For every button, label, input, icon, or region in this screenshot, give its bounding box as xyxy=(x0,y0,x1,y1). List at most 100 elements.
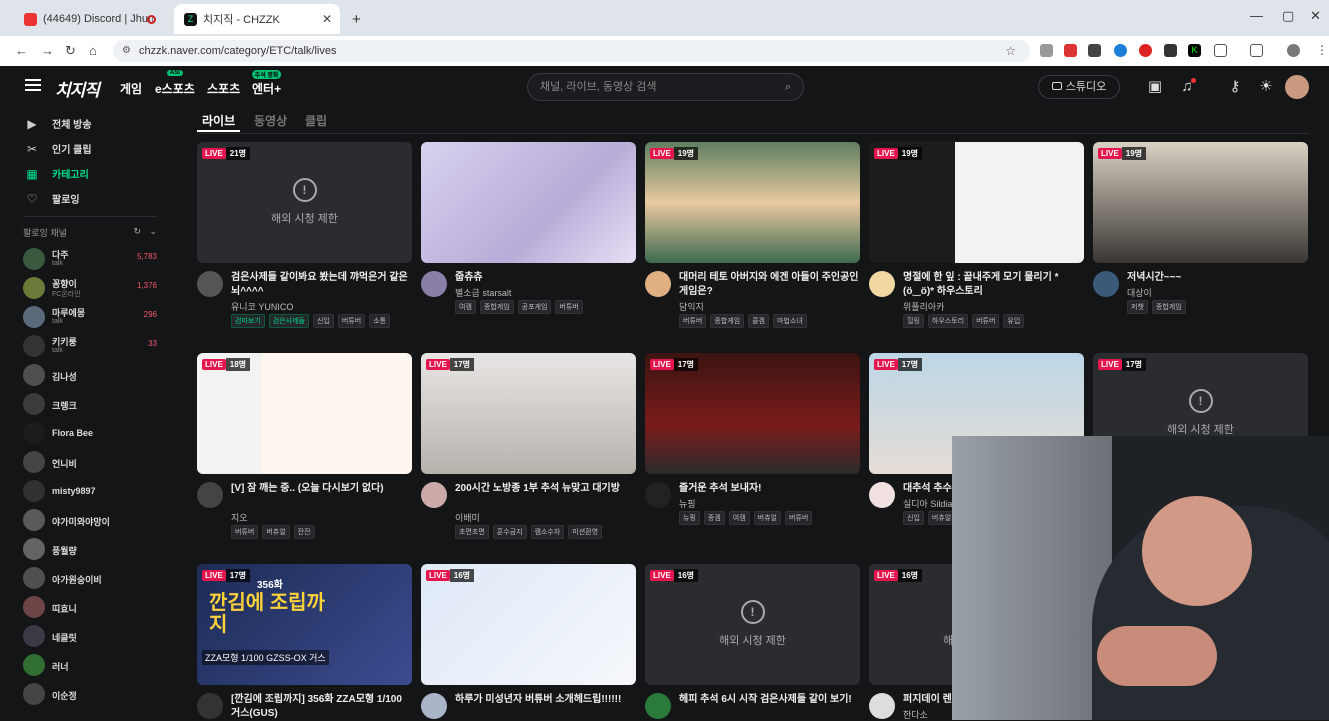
menu-all-live[interactable]: ▶ 전체 방송 xyxy=(25,116,91,132)
category-tag[interactable]: 버튜버 xyxy=(972,314,1000,328)
category-tag[interactable]: 하우스토리 xyxy=(927,314,969,328)
channel-avatar[interactable] xyxy=(645,271,671,297)
channel-name[interactable]: 담익지 xyxy=(679,300,704,313)
following-channel-item[interactable]: 아가원숭이비 xyxy=(23,565,163,591)
menu-following[interactable]: ♡ 팔로잉 xyxy=(25,191,80,207)
channel-avatar[interactable] xyxy=(197,693,223,719)
category-tag[interactable]: 유입 xyxy=(1003,314,1025,328)
channel-avatar[interactable] xyxy=(421,271,447,297)
nav-esports[interactable]: ASI e스포츠 xyxy=(155,70,195,97)
extension-icon[interactable] xyxy=(1139,44,1152,57)
category-tag[interactable]: 소통 xyxy=(369,314,391,328)
minimize-icon[interactable]: — xyxy=(1250,8,1263,23)
extension-icon[interactable] xyxy=(1088,44,1101,57)
nav-entertain[interactable]: 추석 명화 엔터+ xyxy=(251,70,282,97)
channel-name[interactable]: 대상이 xyxy=(1127,286,1152,299)
category-tag[interactable]: 종합게임 xyxy=(479,300,514,314)
search-icon[interactable]: ⌕ xyxy=(785,74,791,100)
chzzk-logo[interactable]: 치지직 xyxy=(55,76,100,101)
category-tag[interactable]: 마법소녀 xyxy=(772,314,807,328)
reload-icon[interactable]: ↻ xyxy=(65,43,76,59)
channel-name[interactable]: 지오 xyxy=(231,511,248,524)
stream-title[interactable]: 헤피 추석 6시 시작 검은사제들 같이 보기! xyxy=(679,693,859,707)
menu-category[interactable]: ▦ 카테고리 xyxy=(25,166,88,182)
category-tag[interactable]: 버츄얼 xyxy=(753,511,781,525)
following-channel-item[interactable]: 크렝크 xyxy=(23,391,163,417)
close-window-icon[interactable]: ✕ xyxy=(1310,8,1321,24)
stream-title[interactable]: [깐김에 조립까지] 356화 ZZA모형 1/100 거스(GUS) xyxy=(231,693,411,721)
extensions-puzzle-icon[interactable] xyxy=(1214,44,1227,57)
category-tag[interactable]: 콜겜 xyxy=(748,314,769,328)
channel-avatar[interactable] xyxy=(869,482,895,508)
category-tag[interactable]: 종합게임 xyxy=(1151,300,1186,314)
media-control-icon[interactable] xyxy=(1250,44,1263,57)
channel-avatar[interactable] xyxy=(869,693,895,719)
menu-popular-clips[interactable]: ✂ 인기 클립 xyxy=(25,141,92,157)
following-channel-item[interactable]: 김나성 xyxy=(23,362,163,388)
close-tab-icon[interactable]: ✕ xyxy=(322,12,332,26)
forward-icon[interactable]: → xyxy=(41,43,54,58)
stream-title[interactable]: 검은사제들 같이봐요 봤는데 꺄먹은거 같은 뇌^^^^ xyxy=(231,271,411,299)
channel-name[interactable]: 위플리아카 xyxy=(903,300,944,313)
channel-avatar[interactable] xyxy=(421,693,447,719)
category-tag[interactable]: 힐링 xyxy=(903,314,924,328)
category-tag[interactable]: 검은사제들 xyxy=(268,314,309,328)
user-avatar[interactable] xyxy=(1285,75,1309,99)
category-tag[interactable]: 버튜버 xyxy=(679,314,707,328)
following-channel-item[interactable]: 키키룽 talk 33 xyxy=(23,333,163,359)
channel-avatar[interactable] xyxy=(421,482,447,508)
channel-name[interactable]: 별소금 starsalt xyxy=(455,286,511,299)
tab-live[interactable]: 라이브 xyxy=(202,112,235,129)
live-thumbnail[interactable]: LIVE 18명 xyxy=(197,353,412,474)
profile-avatar-icon[interactable] xyxy=(1287,44,1300,57)
channel-avatar[interactable] xyxy=(197,482,223,508)
following-channel-item[interactable]: 이순정 xyxy=(23,681,163,707)
stream-title[interactable]: 저녁시간~~~ xyxy=(1127,271,1307,285)
category-tag[interactable]: 훈수금지 xyxy=(492,525,527,539)
live-thumbnail[interactable] xyxy=(421,142,636,263)
browser-tab-discord[interactable]: (44649) Discord | Jhunter, R xyxy=(14,4,164,34)
channel-name[interactable]: 실디아 Sildia xyxy=(903,497,952,510)
home-icon[interactable]: ⌂ xyxy=(89,43,97,58)
category-tag[interactable]: 캠소수자 xyxy=(530,525,565,539)
following-channel-item[interactable]: 야가미와야망이 xyxy=(23,507,163,533)
live-thumbnail[interactable]: ! 해외 시청 제한 LIVE 21명 xyxy=(197,142,412,263)
chevron-down-icon[interactable]: ⌄ xyxy=(149,226,157,237)
maximize-icon[interactable]: ▢ xyxy=(1282,8,1294,24)
live-thumbnail[interactable]: LIVE 19명 xyxy=(1093,142,1308,263)
channel-avatar[interactable] xyxy=(645,693,671,719)
category-tag[interactable]: 검마보기 xyxy=(231,314,265,328)
stream-title[interactable]: [V] 잠 깨는 중.. (오늘 다시보기 없다) xyxy=(231,482,411,496)
new-tab-button[interactable]: + xyxy=(342,4,364,34)
key-icon[interactable]: ⚷ xyxy=(1225,77,1245,97)
category-tag[interactable]: 초면초면 xyxy=(455,525,489,539)
tab-clips[interactable]: 클립 xyxy=(305,112,327,129)
theme-sun-icon[interactable]: ☀ xyxy=(1256,77,1276,97)
category-tag[interactable]: 뉴핑 xyxy=(679,511,700,525)
bookmark-star-icon[interactable]: ☆ xyxy=(1005,40,1016,62)
bell-icon[interactable]: ♫ xyxy=(1177,77,1197,97)
stream-title[interactable]: 대머리 테토 아버지와 에겐 아들이 주인공인 게임은? xyxy=(679,271,859,299)
nav-game[interactable]: 게임 xyxy=(120,80,142,97)
category-tag[interactable]: 종합게임 xyxy=(710,314,745,328)
channel-avatar[interactable] xyxy=(1093,271,1119,297)
channel-avatar[interactable] xyxy=(197,271,223,297)
following-channel-item[interactable]: 띠효니 xyxy=(23,594,163,620)
live-thumbnail[interactable]: LIVE 16명 xyxy=(421,564,636,685)
following-channel-item[interactable]: 언니비 xyxy=(23,449,163,475)
search-input[interactable]: 채널, 라이브, 동영상 검색 ⌕ xyxy=(527,73,804,101)
stream-title[interactable]: 줍츄츄 xyxy=(455,271,635,285)
category-tag[interactable]: 버츄얼 xyxy=(262,525,290,539)
following-channel-item[interactable]: 러너 xyxy=(23,652,163,678)
channel-name[interactable]: 한다소 xyxy=(903,708,928,721)
category-tag[interactable]: 여캠 xyxy=(728,511,750,525)
channel-avatar[interactable] xyxy=(645,482,671,508)
channel-name[interactable]: 유니코 YUNICO xyxy=(231,300,293,313)
extension-k-icon[interactable]: K xyxy=(1188,44,1201,57)
extension-icon[interactable] xyxy=(1040,44,1053,57)
channel-name[interactable]: 이배미 xyxy=(455,511,480,524)
category-tag[interactable]: 버튜버 xyxy=(337,314,366,328)
live-thumbnail[interactable]: LIVE 17명 xyxy=(421,353,636,474)
live-thumbnail[interactable]: ! 해외 시청 제한 LIVE16명 xyxy=(645,564,860,685)
category-tag[interactable]: 버튜버 xyxy=(785,511,813,525)
